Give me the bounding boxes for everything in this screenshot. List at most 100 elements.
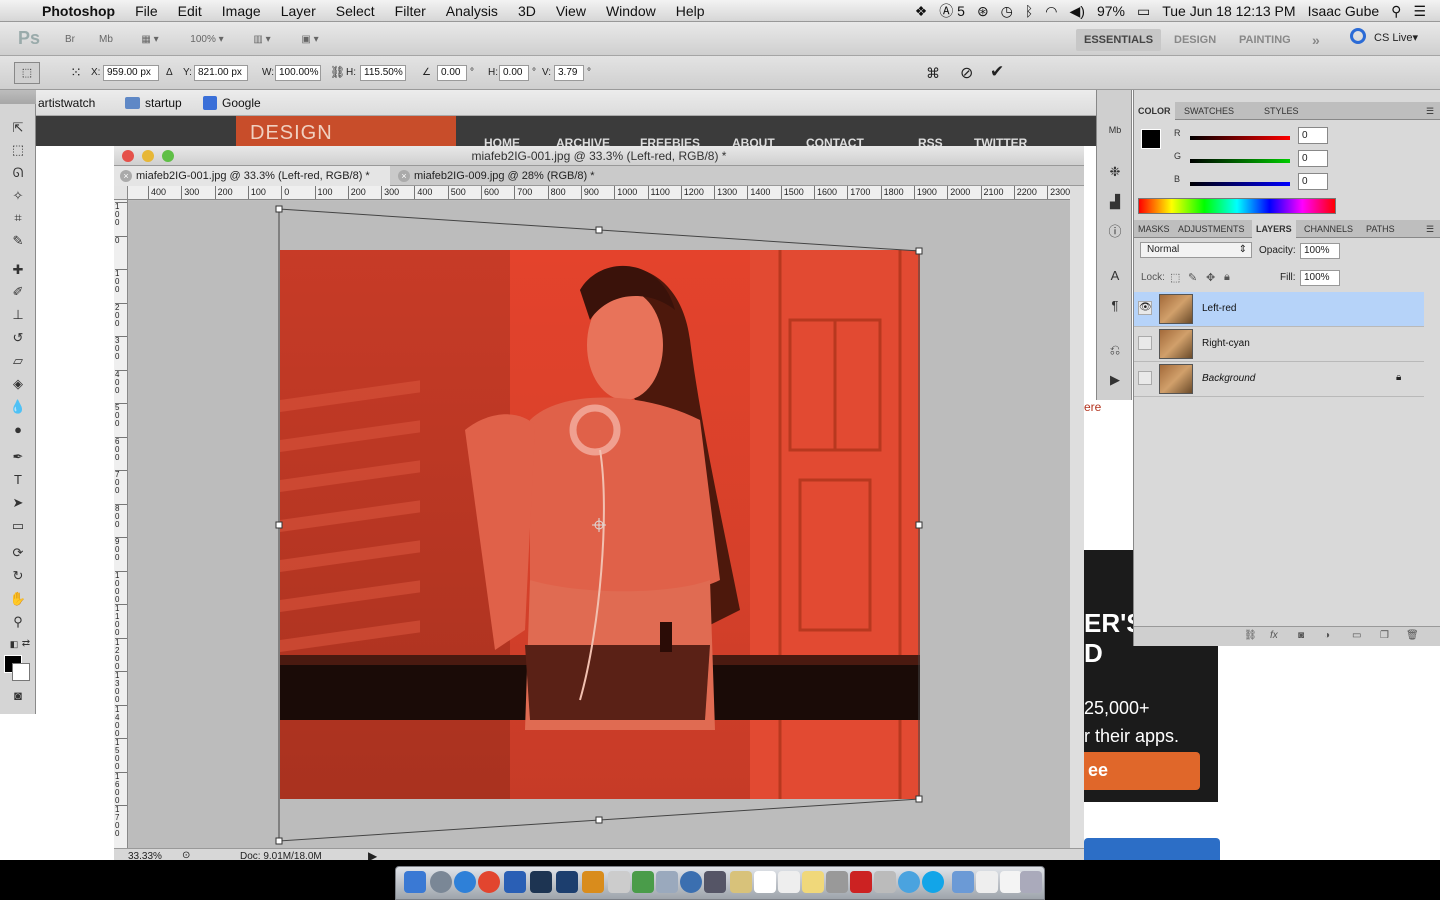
opacity-label: Opacity: — [1259, 245, 1296, 256]
blend-mode-value: Normal — [1147, 244, 1180, 255]
color-foreground-swatch[interactable] — [1141, 129, 1161, 149]
lock-transparency-icon[interactable]: ⬚ — [1170, 271, 1180, 284]
tab-styles[interactable]: STYLES — [1260, 102, 1303, 120]
layer-thumbnail[interactable] — [1159, 329, 1193, 359]
layer-row-left-red[interactable]: 👁︎ Left-red — [1134, 292, 1424, 327]
lock-pixels-icon[interactable]: ✎ — [1188, 271, 1197, 284]
visibility-toggle[interactable] — [1138, 336, 1152, 350]
color-panel-tabs: COLOR SWATCHES STYLES ☰ — [1134, 102, 1440, 120]
histogram-panel-icon[interactable]: ▟ — [1105, 192, 1125, 212]
green-value-field[interactable]: 0 — [1298, 150, 1328, 167]
slider-track[interactable] — [1190, 182, 1290, 186]
mail-icon[interactable] — [680, 871, 702, 893]
visibility-eye-icon[interactable]: 👁︎ — [1138, 301, 1152, 315]
channel-label: G — [1174, 151, 1182, 161]
tab-paths[interactable]: PATHS — [1362, 220, 1399, 238]
photoshop-icon[interactable] — [556, 871, 578, 893]
transform-handle[interactable] — [915, 247, 923, 255]
document-vertical-scrollbar[interactable] — [1070, 186, 1084, 848]
transform-handle[interactable] — [595, 816, 603, 824]
navigator-panel-icon[interactable]: ❉ — [1105, 162, 1125, 182]
skype-icon[interactable] — [922, 871, 944, 893]
safari-icon[interactable] — [454, 871, 476, 893]
lightroom-icon[interactable] — [530, 871, 552, 893]
info-panel-icon[interactable]: ⓘ — [1105, 222, 1125, 242]
textedit-icon[interactable] — [778, 871, 800, 893]
lock-label: Lock: — [1141, 272, 1165, 283]
layer-name[interactable]: Left-red — [1202, 303, 1236, 314]
layer-row-background[interactable]: Background 🔒︎ — [1134, 362, 1424, 397]
adjustment-layer-icon[interactable]: ◑ — [1324, 630, 1330, 641]
launchpad-icon[interactable] — [430, 871, 452, 893]
tab-color[interactable]: COLOR — [1134, 102, 1175, 120]
layer-thumbnail[interactable] — [1159, 294, 1193, 324]
photo-booth-icon[interactable] — [850, 871, 872, 893]
panel-menu-icon[interactable]: ☰ — [1422, 102, 1438, 120]
panel-menu-icon[interactable]: ☰ — [1422, 220, 1438, 238]
layers-list: 👁︎ Left-red Right-cyan Background 🔒︎ — [1134, 292, 1424, 612]
word-icon[interactable] — [504, 871, 526, 893]
fill-field[interactable]: 100% — [1300, 270, 1340, 286]
transform-handle[interactable] — [275, 521, 283, 529]
character-panel-icon[interactable]: A — [1105, 266, 1125, 286]
transform-handle[interactable] — [595, 226, 603, 234]
layer-row-right-cyan[interactable]: Right-cyan — [1134, 327, 1424, 362]
visibility-toggle[interactable] — [1138, 371, 1152, 385]
layer-thumbnail[interactable] — [1159, 364, 1193, 394]
red-value-field[interactable]: 0 — [1298, 127, 1328, 144]
stickies-icon[interactable] — [802, 871, 824, 893]
layer-name[interactable]: Background — [1202, 373, 1255, 384]
system-preferences-icon[interactable] — [826, 871, 848, 893]
new-layer-icon[interactable]: ❐ — [1380, 630, 1389, 641]
add-mask-icon[interactable]: ◙ — [1298, 630, 1304, 641]
channel-label: R — [1174, 128, 1181, 138]
app-icon[interactable] — [874, 871, 896, 893]
mac-dock — [395, 866, 1045, 900]
slider-track[interactable] — [1190, 136, 1290, 140]
illustrator-icon[interactable] — [582, 871, 604, 893]
facetime-icon[interactable] — [704, 871, 726, 893]
fill-label: Fill: — [1280, 272, 1296, 283]
notes-icon[interactable] — [730, 871, 752, 893]
tab-layers[interactable]: LAYERS — [1252, 220, 1296, 238]
maps-icon[interactable] — [632, 871, 654, 893]
tab-swatches[interactable]: SWATCHES — [1180, 102, 1238, 120]
documents-stack-icon[interactable] — [976, 871, 998, 893]
tab-channels[interactable]: CHANNELS — [1300, 220, 1357, 238]
trash-icon[interactable]: 🗑︎ — [1406, 630, 1419, 641]
history-panel-icon[interactable]: ⎌ — [1105, 340, 1125, 360]
new-group-folder-icon[interactable]: ▭ — [1352, 630, 1361, 641]
link-layers-icon[interactable]: ⛓ — [1244, 630, 1257, 641]
layer-lock-icon: 🔒︎ — [1396, 372, 1402, 383]
downloads-folder-icon[interactable] — [952, 871, 974, 893]
preview-icon[interactable] — [656, 871, 678, 893]
chrome-icon[interactable] — [478, 871, 500, 893]
transform-handle[interactable] — [915, 521, 923, 529]
app-icon[interactable] — [608, 871, 630, 893]
slider-track[interactable] — [1190, 159, 1290, 163]
opacity-field[interactable]: 100% — [1300, 243, 1340, 259]
mini-bridge-panel-icon[interactable]: Mb — [1105, 120, 1125, 140]
transform-handle[interactable] — [275, 837, 283, 845]
blue-value-field[interactable]: 0 — [1298, 173, 1328, 190]
paragraph-panel-icon[interactable]: ¶ — [1105, 296, 1125, 316]
color-spectrum-bar[interactable] — [1138, 198, 1336, 214]
messages-icon[interactable] — [898, 871, 920, 893]
calendar-icon[interactable] — [754, 871, 776, 893]
trash-icon[interactable] — [1020, 871, 1042, 893]
blend-mode-select[interactable]: Normal ⇕ — [1140, 242, 1252, 258]
tab-adjustments[interactable]: ADJUSTMENTS — [1174, 220, 1249, 238]
fx-icon[interactable]: fx — [1270, 630, 1278, 641]
stack-icon[interactable] — [1000, 871, 1022, 893]
finder-icon[interactable] — [404, 871, 426, 893]
tab-masks[interactable]: MASKS — [1134, 220, 1174, 238]
transform-center-icon[interactable] — [592, 518, 606, 532]
transform-handle[interactable] — [275, 205, 283, 213]
lock-position-icon[interactable]: ✥ — [1206, 271, 1215, 284]
chevron-down-icon: ⇕ — [1238, 244, 1247, 255]
layer-name[interactable]: Right-cyan — [1202, 338, 1250, 349]
transform-handle[interactable] — [915, 795, 923, 803]
actions-panel-icon[interactable]: ▶ — [1105, 370, 1125, 390]
layers-panel-tabs: MASKS ADJUSTMENTS LAYERS CHANNELS PATHS … — [1134, 220, 1440, 238]
lock-all-icon[interactable]: 🔒︎ — [1224, 271, 1230, 284]
